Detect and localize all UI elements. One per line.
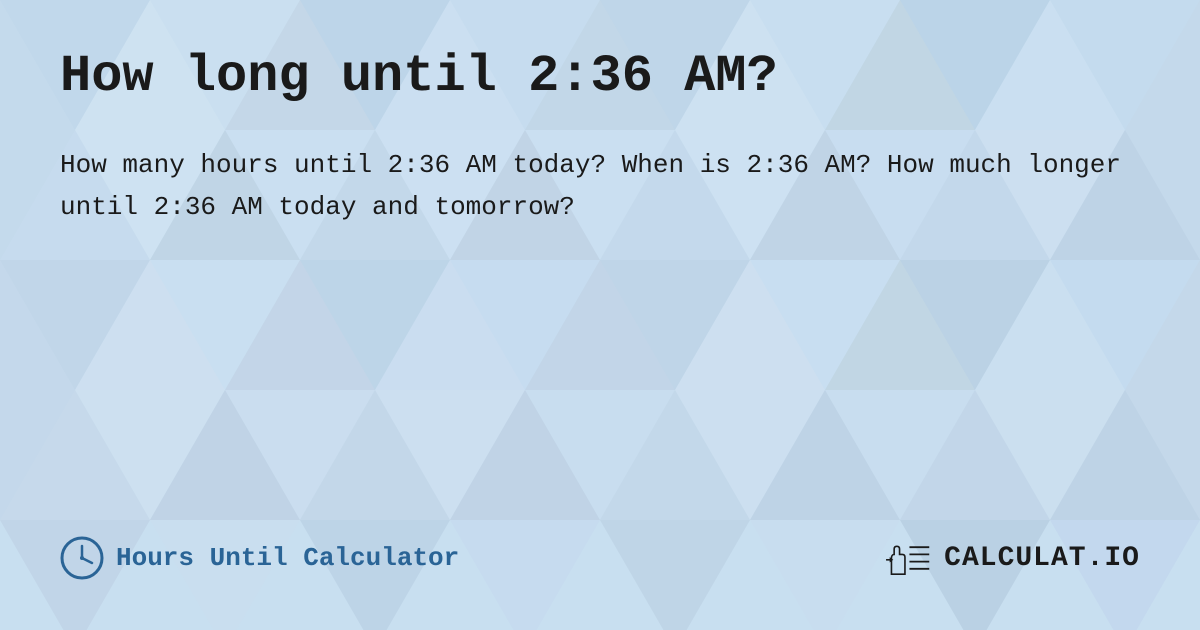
brand-left: Hours Until Calculator bbox=[60, 536, 459, 580]
clock-icon bbox=[60, 536, 104, 580]
brand-left-text: Hours Until Calculator bbox=[116, 543, 459, 573]
page-description: How many hours until 2:36 AM today? When… bbox=[60, 145, 1140, 228]
page-title: How long until 2:36 AM? bbox=[60, 48, 1140, 105]
brand-right-text: CALCULAT.IO bbox=[944, 543, 1140, 574]
calculator-hand-icon bbox=[884, 540, 934, 576]
brand-right: CALCULAT.IO bbox=[884, 540, 1140, 576]
page-footer: Hours Until Calculator CALCULAT.IO bbox=[60, 536, 1140, 590]
